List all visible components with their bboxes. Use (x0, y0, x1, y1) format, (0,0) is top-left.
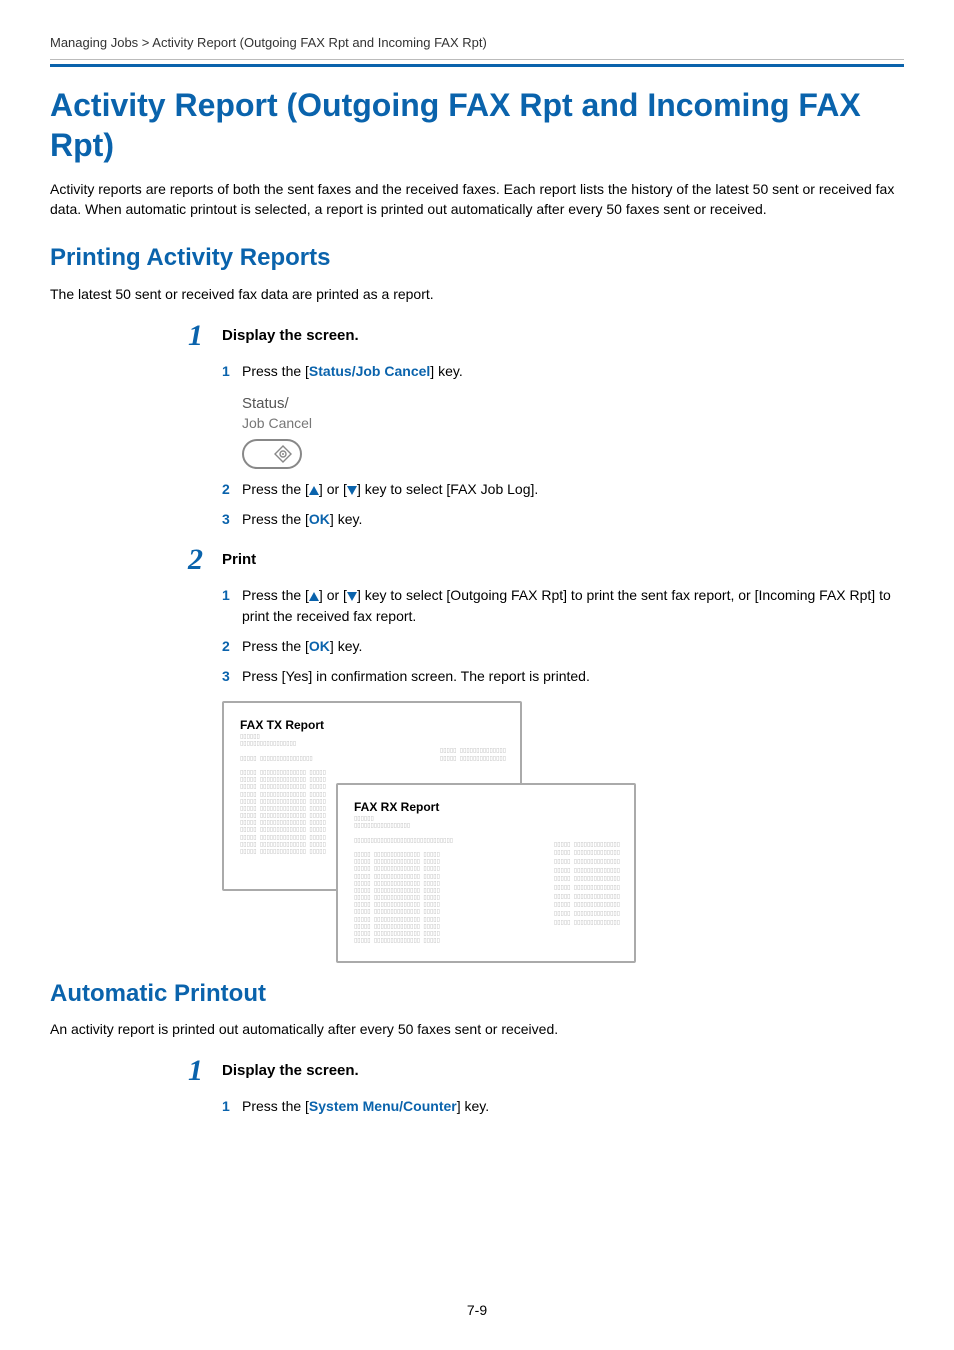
accent-bar (50, 64, 904, 67)
auto-step-1: 1 Display the screen. (50, 1056, 904, 1086)
key-status-job-cancel: Status/Job Cancel (309, 363, 430, 379)
report-filler: ▯▯▯▯▯ ▯▯▯▯▯▯▯▯▯▯▯▯▯▯▯▯▯▯▯ ▯▯▯▯▯▯▯▯▯▯▯▯▯▯… (554, 841, 620, 928)
fax-reports-illustration: FAX TX Report ▯▯▯▯▯▯▯▯▯▯▯▯▯▯▯▯▯▯▯▯▯▯▯▯▯▯… (222, 701, 904, 961)
text: ] key. (430, 363, 462, 379)
step-2: 2 Print (50, 545, 904, 575)
step-1-item-3: 3 Press the [OK] key. (222, 509, 904, 529)
text: Press the [ (242, 363, 309, 379)
step-2-item-2: 2 Press the [OK] key. (222, 636, 904, 656)
key-ok: OK (309, 638, 330, 654)
status-job-cancel-button-illustration: Status/ Job Cancel (242, 393, 904, 469)
report-filler: ▯▯▯▯▯ ▯▯▯▯▯▯▯▯▯▯▯▯▯▯▯▯▯▯▯ ▯▯▯▯▯▯▯▯▯▯▯▯▯▯ (440, 747, 506, 764)
step-1-item-2: 2 Press the [ ] or [ ] key to select [FAX … (222, 479, 904, 499)
button-label-line1: Status/ (242, 393, 904, 415)
key-system-menu-counter: System Menu/Counter (309, 1098, 457, 1114)
auto-step-1-item-1: 1 Press the [System Menu/Counter] key. (222, 1096, 904, 1116)
text: Press the [ (242, 587, 309, 603)
down-arrow-icon (347, 592, 357, 601)
step-1-item-1: 1 Press the [Status/Job Cancel] key. (222, 361, 904, 381)
step-number-1: 1 (188, 321, 222, 351)
down-arrow-icon (347, 486, 357, 495)
substep-number: 3 (222, 666, 242, 686)
up-arrow-icon (309, 592, 319, 601)
text: ] key. (330, 638, 362, 654)
text: ] key. (457, 1098, 489, 1114)
intro-paragraph: Activity reports are reports of both the… (50, 179, 904, 220)
substep-number: 2 (222, 479, 242, 499)
substep-number: 3 (222, 509, 242, 529)
text: ] key. (330, 511, 362, 527)
text: ] or [ (319, 587, 347, 603)
text: Press the [ (242, 638, 309, 654)
text: Press [Yes] in confirmation screen. The … (242, 666, 904, 686)
step-1: 1 Display the screen. (50, 321, 904, 351)
fax-tx-report-title: FAX TX Report (240, 717, 504, 734)
step-number-1: 1 (188, 1056, 222, 1086)
step-1-title: Display the screen. (222, 321, 359, 347)
section-printing-sub: The latest 50 sent or received fax data … (50, 284, 904, 304)
page-title: Activity Report (Outgoing FAX Rpt and In… (50, 85, 904, 165)
up-arrow-icon (309, 486, 319, 495)
oval-button-icon (242, 439, 302, 469)
step-number-2: 2 (188, 545, 222, 575)
auto-step-1-title: Display the screen. (222, 1056, 359, 1082)
section-automatic-sub: An activity report is printed out automa… (50, 1019, 904, 1039)
step-2-item-3: 3 Press [Yes] in confirmation screen. Th… (222, 666, 904, 686)
button-label-line2: Job Cancel (242, 413, 904, 433)
text: Press the [ (242, 511, 309, 527)
section-automatic-printout: Automatic Printout (50, 977, 904, 1012)
text: ] or [ (319, 481, 347, 497)
substep-number: 2 (222, 636, 242, 656)
page-number: 7-9 (0, 1300, 954, 1320)
step-2-item-1: 1 Press the [] or [] key to select [Outg… (222, 585, 904, 626)
substep-number: 1 (222, 585, 242, 605)
step-2-title: Print (222, 545, 256, 571)
fax-rx-report-title: FAX RX Report (354, 799, 618, 816)
text: Press the [ (242, 1098, 309, 1114)
key-ok: OK (309, 511, 330, 527)
diamond-eye-icon (274, 445, 292, 463)
section-printing-reports: Printing Activity Reports (50, 241, 904, 276)
text: ] key to select [FAX Job Log]. (357, 481, 538, 497)
text: Press the [ (242, 481, 309, 497)
substep-number: 1 (222, 1096, 242, 1116)
breadcrumb: Managing Jobs > Activity Report (Outgoin… (50, 34, 904, 60)
fax-rx-report-sheet: FAX RX Report ▯▯▯▯▯▯▯▯▯▯▯▯▯▯▯▯▯▯▯▯▯▯▯▯▯▯… (336, 783, 636, 963)
substep-number: 1 (222, 361, 242, 381)
